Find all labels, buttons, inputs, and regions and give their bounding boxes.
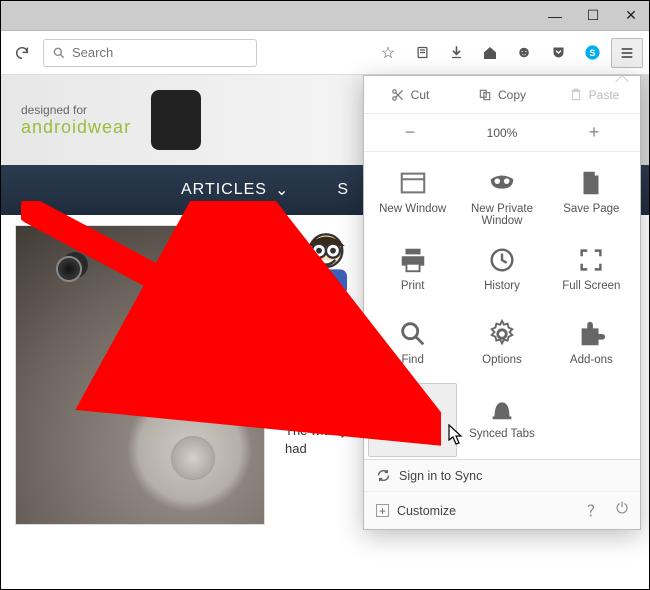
menu-full-screen-label: Full Screen	[562, 280, 620, 292]
minimize-button[interactable]: —	[545, 8, 565, 24]
menu-options-label: Options	[482, 354, 522, 366]
fb-like-button[interactable]: 👍 Like	[289, 332, 342, 350]
menu-new-window-label: New Window	[379, 203, 446, 215]
svg-text:S: S	[589, 48, 595, 58]
hero-designed-text: designed for	[21, 103, 131, 117]
menu-cut-label: Cut	[411, 88, 430, 102]
reload-button[interactable]	[7, 38, 37, 68]
page-icon	[576, 168, 606, 198]
menu-addons-label: Add-ons	[570, 354, 613, 366]
menu-addons[interactable]: Add-ons	[547, 309, 636, 383]
zoom-value: 100%	[456, 126, 548, 140]
search-input[interactable]	[72, 45, 248, 60]
bookmark-star-icon[interactable]: ☆	[373, 38, 403, 68]
menu-options[interactable]: Options	[457, 309, 546, 383]
hero-brand-text: androidwear	[21, 117, 131, 138]
menu-print-label: Print	[401, 280, 425, 292]
gear-icon	[487, 319, 517, 349]
menu-zoom-row: − 100% +	[364, 114, 640, 152]
library-icon[interactable]	[407, 38, 437, 68]
menu-developer-label: Developer	[386, 428, 438, 440]
hamburger-menu-button[interactable]	[611, 38, 643, 68]
downloads-icon[interactable]	[441, 38, 471, 68]
menu-history[interactable]: History	[457, 235, 546, 309]
browser-toolbar: ☆ ☻ S	[1, 31, 649, 75]
menu-grid: New Window New Private Window Save Page …	[364, 152, 640, 459]
menu-full-screen[interactable]: Full Screen	[547, 235, 636, 309]
window-titlebar: — ☐ ✕	[1, 1, 649, 31]
menu-new-window[interactable]: New Window	[368, 158, 457, 235]
search-icon	[52, 46, 66, 60]
scissors-icon	[391, 88, 405, 102]
plus-box-icon: +	[376, 504, 389, 517]
zoom-in-button[interactable]: +	[548, 122, 640, 143]
menu-paste: Paste	[548, 88, 640, 102]
pocket-icon[interactable]	[543, 38, 573, 68]
fullscreen-icon	[576, 245, 606, 275]
synced-tabs-icon	[487, 393, 517, 423]
search-input-container[interactable]	[43, 39, 257, 67]
twitter-follow-button[interactable]: 🐦 Fo	[289, 305, 349, 326]
nav-articles[interactable]: ARTICLES	[181, 181, 267, 199]
menu-paste-label: Paste	[589, 88, 620, 102]
menu-history-label: History	[484, 280, 520, 292]
menu-new-private-label: New Private Window	[461, 203, 542, 227]
menu-footer: Sign in to Sync + Customize ？ ⏻	[364, 459, 640, 529]
watch-image	[151, 90, 201, 150]
history-icon	[487, 245, 517, 275]
paste-icon	[569, 88, 583, 102]
wrench-icon	[398, 393, 428, 423]
menu-print[interactable]: Print	[368, 235, 457, 309]
menu-copy-label: Copy	[498, 88, 526, 102]
menu-new-private-window[interactable]: New Private Window	[457, 158, 546, 235]
menu-empty-slot	[547, 383, 636, 457]
home-icon[interactable]	[475, 38, 505, 68]
sign-in-sync-label: Sign in to Sync	[399, 469, 482, 483]
help-icon[interactable]: ？	[587, 500, 602, 521]
menu-copy[interactable]: Copy	[456, 88, 548, 102]
mask-icon	[487, 168, 517, 198]
skype-icon[interactable]: S	[577, 38, 607, 68]
smiley-icon[interactable]: ☻	[509, 38, 539, 68]
sync-icon	[376, 468, 391, 483]
menu-save-page-label: Save Page	[563, 203, 619, 215]
close-window-button[interactable]: ✕	[621, 7, 641, 24]
menu-save-page[interactable]: Save Page	[547, 158, 636, 235]
print-icon	[398, 245, 428, 275]
nav-item-2[interactable]: S	[337, 181, 349, 199]
menu-synced-tabs-label: Synced Tabs	[469, 428, 535, 440]
menu-edit-row: Cut Copy Paste	[364, 76, 640, 114]
zoom-out-button[interactable]: −	[364, 122, 456, 143]
power-icon[interactable]: ⏻	[616, 500, 628, 521]
menu-find-label: Find	[401, 354, 423, 366]
article-photo	[15, 225, 265, 525]
find-icon	[398, 319, 428, 349]
hamburger-menu-panel: Cut Copy Paste − 100% + New Window New P…	[363, 75, 641, 530]
menu-synced-tabs[interactable]: Synced Tabs	[457, 383, 546, 457]
avatar	[291, 225, 361, 295]
copy-icon	[478, 88, 492, 102]
chevron-down-icon: ⌄	[275, 180, 289, 200]
sign-in-sync[interactable]: Sign in to Sync	[364, 460, 640, 491]
menu-find[interactable]: Find	[368, 309, 457, 383]
new-window-icon	[398, 168, 428, 198]
maximize-button[interactable]: ☐	[583, 7, 603, 24]
menu-cut[interactable]: Cut	[364, 88, 456, 102]
customize-label: Customize	[397, 504, 456, 518]
menu-developer[interactable]: Developer	[368, 383, 457, 457]
customize-button[interactable]: + Customize	[376, 504, 456, 518]
puzzle-icon	[576, 319, 606, 349]
